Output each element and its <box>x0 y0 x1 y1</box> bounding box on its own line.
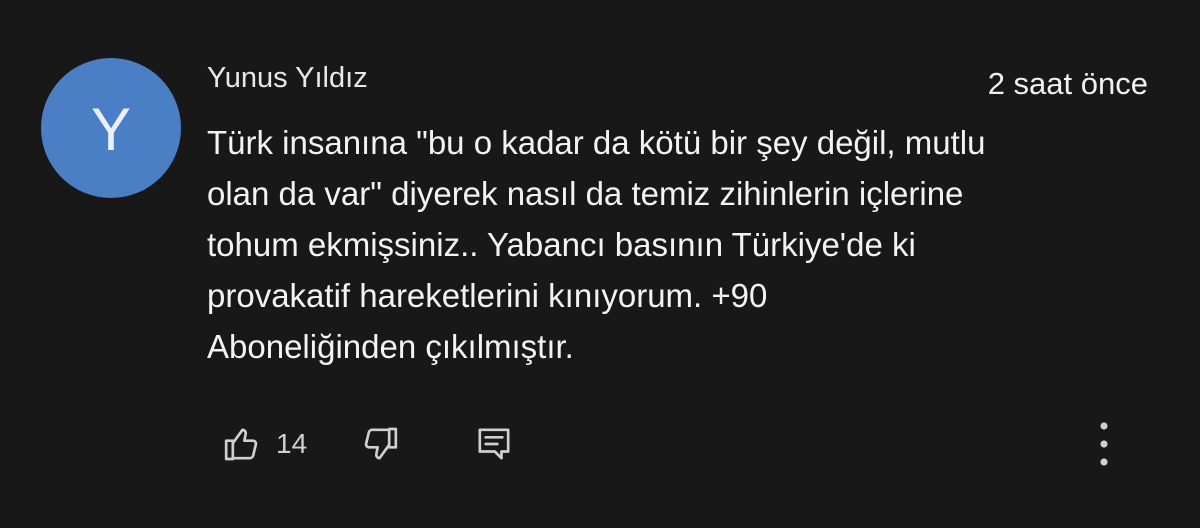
more-vertical-icon <box>1100 422 1108 466</box>
reply-button[interactable] <box>470 420 518 468</box>
reply-comment-icon <box>478 428 510 460</box>
thumbs-up-icon <box>224 428 258 461</box>
comment-text: Türk insanına "bu o kadar da kötü bir şe… <box>207 124 986 365</box>
dislike-button[interactable] <box>356 420 404 468</box>
comment-actions: 14 <box>0 418 1200 474</box>
more-options-button[interactable] <box>1084 418 1124 470</box>
avatar[interactable]: Y <box>41 58 181 198</box>
comment-timestamp[interactable]: 2 saat önce <box>988 66 1148 102</box>
comment-card: Y Yunus Yıldız 2 saat önce Türk insanına… <box>0 0 1200 528</box>
avatar-letter: Y <box>90 96 132 163</box>
like-count: 14 <box>276 428 308 459</box>
comment-author[interactable]: Yunus Yıldız <box>207 62 368 95</box>
thumbs-down-icon <box>364 427 398 460</box>
like-button[interactable] <box>218 420 266 468</box>
